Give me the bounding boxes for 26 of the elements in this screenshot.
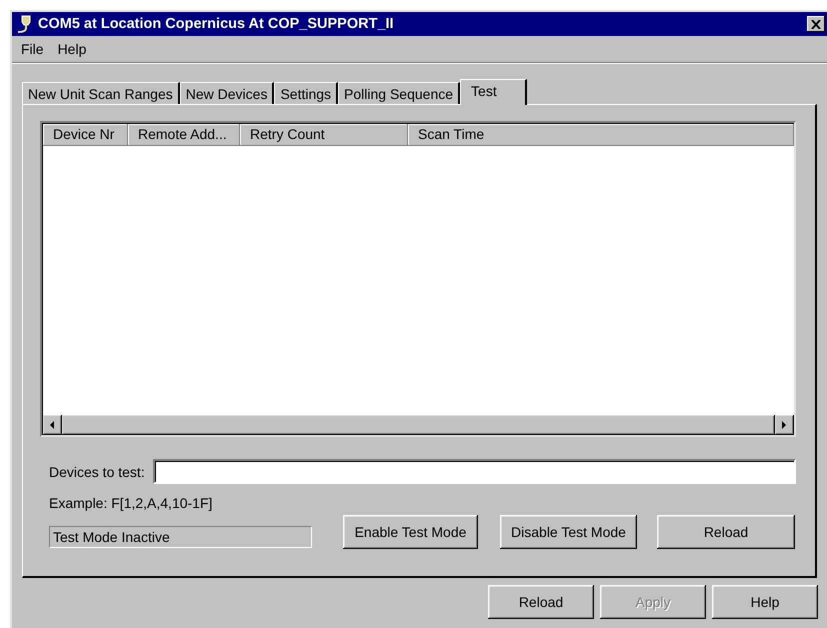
tab[interactable]: New Unit Scan Ranges: [22, 82, 180, 104]
menu-item[interactable]: File: [20, 41, 45, 57]
column-header[interactable]: Remote Add...: [128, 124, 240, 146]
tab[interactable]: Test: [460, 79, 527, 105]
panel-button[interactable]: Reload: [657, 515, 795, 549]
dialog-button[interactable]: Reload: [488, 585, 594, 619]
scroll-left-icon[interactable]: [43, 415, 62, 435]
devices-input-field[interactable]: [152, 459, 796, 484]
tab[interactable]: New Devices: [180, 82, 274, 104]
scroll-right-icon[interactable]: [775, 415, 794, 435]
tab[interactable]: Settings: [274, 82, 338, 104]
status-field: Test Mode Inactive: [49, 526, 312, 548]
connector-icon: [16, 15, 32, 33]
panel-button[interactable]: Disable Test Mode: [500, 515, 637, 549]
column-header[interactable]: Device Nr: [43, 124, 128, 146]
dialog-button[interactable]: Help: [712, 585, 818, 619]
example-text: Example: F[1,2,A,4,10-1F]: [49, 495, 214, 511]
column-header[interactable]: Scan Time: [408, 124, 794, 146]
tab[interactable]: Polling Sequence: [338, 82, 460, 104]
close-icon: [811, 20, 821, 28]
menu-item[interactable]: Help: [56, 41, 88, 57]
field-label: Devices to test:: [49, 464, 145, 480]
window-title: COM5 at Location Copernicus At COP_SUPPORT_II: [38, 16, 395, 32]
panel-button[interactable]: Enable Test Mode: [343, 515, 478, 549]
column-header[interactable]: Retry Count: [240, 124, 408, 146]
close-button[interactable]: [807, 16, 825, 32]
